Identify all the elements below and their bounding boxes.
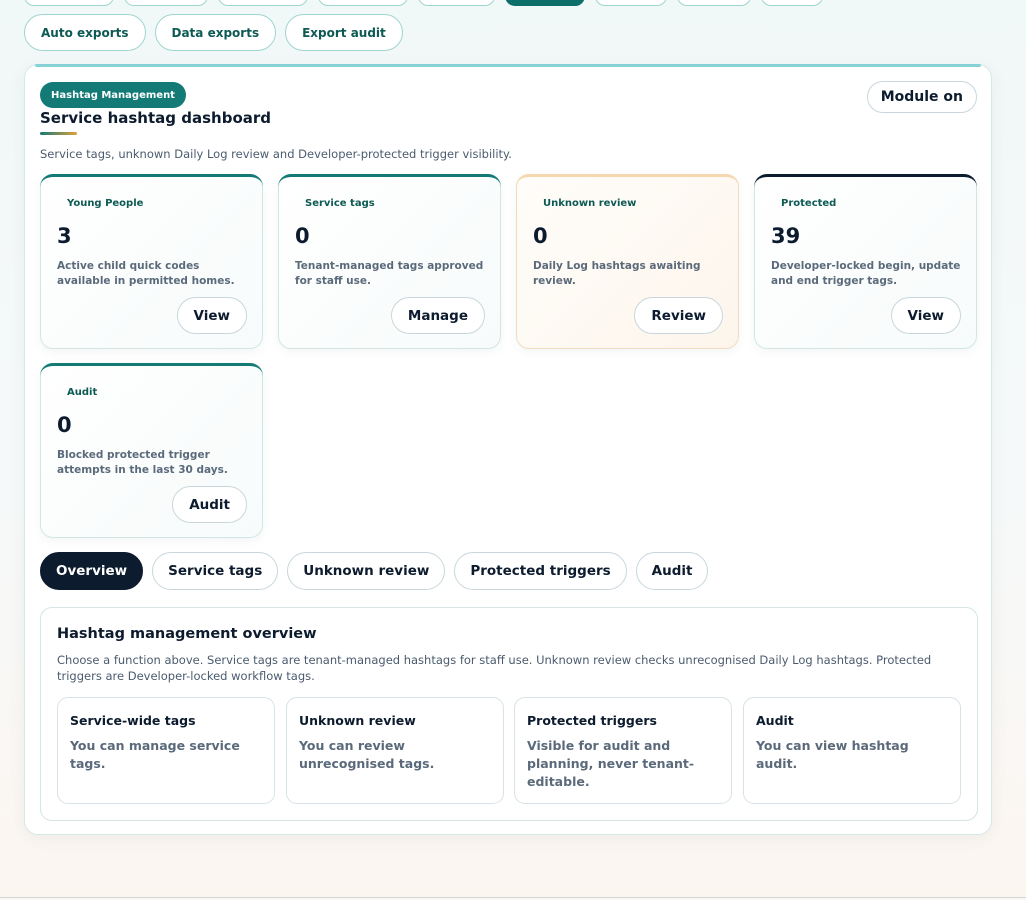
stat-card-unknown-review: Unknown review 0 Daily Log hashtags awai… [516, 174, 739, 349]
overview-item-title: Service-wide tags [70, 713, 196, 728]
young-people-view-button[interactable]: View [176, 297, 247, 334]
overview-item-text: Visible for audit and planning, never te… [527, 738, 695, 789]
panel-accent-line [35, 64, 981, 67]
section-tabs: Overview Service tags Unknown review Pro… [40, 552, 709, 590]
nav-pill[interactable] [124, 0, 208, 6]
tab-service-tags[interactable]: Service tags [152, 552, 279, 590]
card-description: Tenant-managed tags approved for staff u… [295, 260, 484, 287]
tab-unknown-review[interactable]: Unknown review [287, 552, 446, 590]
card-value: 3 [57, 224, 72, 248]
nav-pill[interactable] [418, 0, 495, 6]
overview-description: Choose a function above. Service tags ar… [57, 653, 932, 683]
tab-protected-triggers[interactable]: Protected triggers [454, 552, 627, 590]
stat-card-service-tags: Service tags 0 Tenant-managed tags appro… [278, 174, 501, 349]
nav-pill-active[interactable] [505, 0, 585, 6]
stat-card-young-people: Young People 3 Active child quick codes … [40, 174, 263, 349]
overview-item-title: Protected triggers [527, 713, 657, 728]
title-underline [40, 132, 77, 135]
nav-pill[interactable] [595, 0, 667, 6]
overview-item-service-wide-tags: Service-wide tags You can manage service… [57, 697, 275, 804]
nav-pill[interactable] [24, 0, 114, 6]
export-audit-button[interactable]: Export audit [285, 14, 403, 51]
export-nav: Auto exports Data exports Export audit [24, 14, 403, 51]
page-subtitle: Service tags, unknown Daily Log review a… [40, 147, 512, 161]
overview-item-text: You can view hashtag audit. [756, 738, 909, 771]
card-label: Protected [781, 198, 837, 209]
overview-item-unknown-review: Unknown review You can review unrecognis… [286, 697, 504, 804]
overview-title: Hashtag management overview [57, 626, 317, 642]
card-value: 0 [533, 224, 548, 248]
card-label: Unknown review [543, 198, 637, 209]
nav-pill[interactable] [318, 0, 408, 6]
overview-item-audit: Audit You can view hashtag audit. [743, 697, 961, 804]
card-label: Young People [67, 198, 144, 209]
stat-card-protected: Protected 39 Developer-locked begin, upd… [754, 174, 977, 349]
nav-pill[interactable] [218, 0, 308, 6]
tab-overview[interactable]: Overview [40, 552, 144, 590]
top-nav-pills [24, 0, 823, 6]
module-status-toggle[interactable]: Module on [866, 81, 977, 113]
stat-card-audit: Audit 0 Blocked protected trigger attemp… [40, 363, 263, 538]
card-value: 39 [771, 224, 801, 248]
protected-view-button[interactable]: View [890, 297, 961, 334]
module-badge: Hashtag Management [40, 82, 186, 108]
unknown-review-button[interactable]: Review [634, 297, 723, 334]
overview-item-title: Unknown review [299, 713, 416, 728]
card-label: Service tags [305, 198, 375, 209]
overview-item-title: Audit [756, 713, 794, 728]
overview-item-text: You can review unrecognised tags. [299, 738, 435, 771]
card-description: Daily Log hashtags awaiting review. [533, 260, 701, 287]
card-description: Developer-locked begin, update and end t… [771, 260, 961, 287]
tab-audit[interactable]: Audit [635, 552, 709, 590]
nav-pill[interactable] [677, 0, 751, 6]
card-value: 0 [57, 413, 72, 437]
overview-section: Hashtag management overview Choose a fun… [40, 607, 978, 821]
card-value: 0 [295, 224, 310, 248]
data-exports-button[interactable]: Data exports [154, 14, 277, 51]
card-description: Active child quick codes available in pe… [57, 260, 235, 287]
bottom-divider [0, 897, 1026, 898]
nav-pill[interactable] [761, 0, 823, 6]
card-description: Blocked protected trigger attempts in th… [57, 449, 228, 476]
card-label: Audit [67, 387, 98, 398]
overview-item-text: You can manage service tags. [70, 738, 240, 771]
hashtag-dashboard-panel: Hashtag Management Module on Service has… [24, 64, 992, 835]
audit-button[interactable]: Audit [172, 486, 247, 523]
overview-item-protected-triggers: Protected triggers Visible for audit and… [514, 697, 732, 804]
auto-exports-button[interactable]: Auto exports [24, 14, 146, 51]
service-tags-manage-button[interactable]: Manage [390, 297, 485, 334]
page-title: Service hashtag dashboard [40, 109, 272, 127]
